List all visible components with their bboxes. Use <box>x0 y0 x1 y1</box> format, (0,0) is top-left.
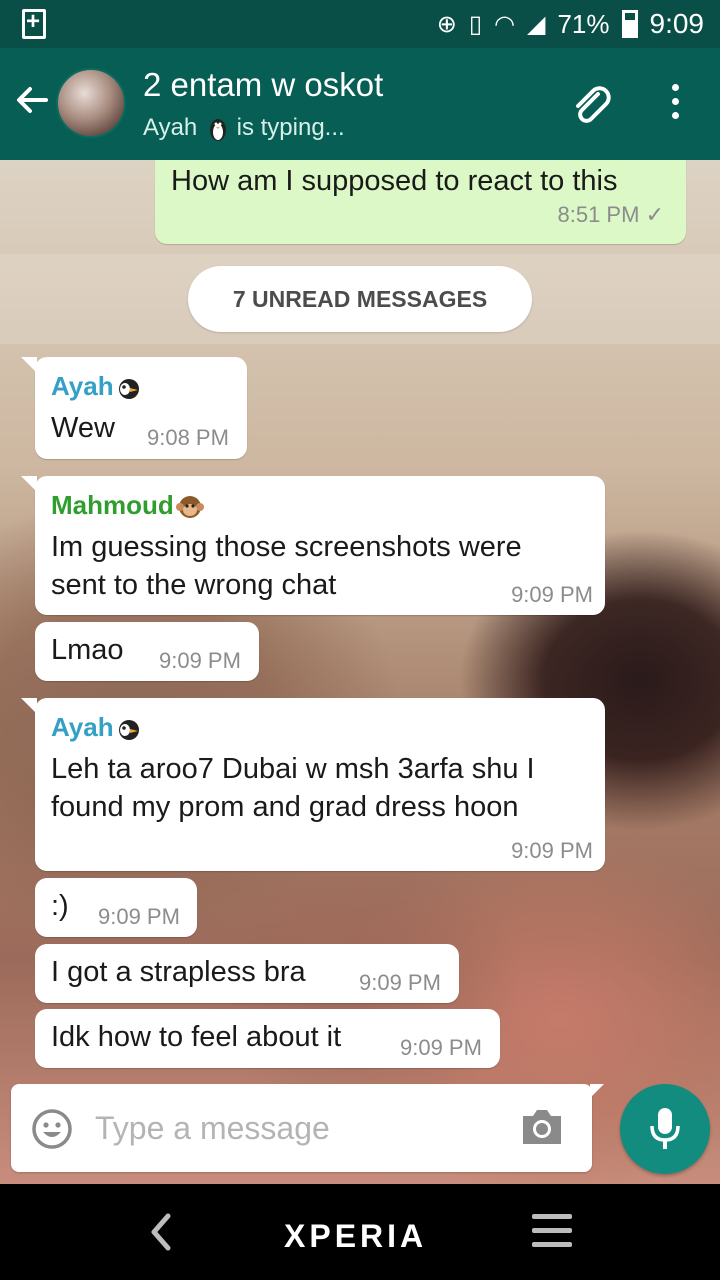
back-arrow-icon[interactable] <box>12 80 52 120</box>
message-text: sent to the wrong chat <box>51 569 337 601</box>
chat-header: 2 entam w oskot Ayah is typing... <box>0 48 720 160</box>
incoming-message[interactable]: I got a strapless bra 9:09 PM <box>35 944 459 1003</box>
nav-back-icon[interactable] <box>146 1212 176 1252</box>
incoming-message[interactable]: Lmao 9:09 PM <box>35 622 259 681</box>
microphone-icon <box>650 1108 680 1149</box>
status-icons: ⊕ ▯ ◠ ◢ 71% 9:09 <box>437 0 704 48</box>
sent-check-icon: ✓ <box>645 202 664 227</box>
penguin-emoji-icon <box>118 720 139 741</box>
message-time: 9:09 PM <box>511 582 593 607</box>
message-text: found my prom and grad dress hoon <box>51 791 519 823</box>
message-time: 9:09 PM <box>159 648 241 673</box>
outgoing-message[interactable]: How am I supposed to react to this 8:51 … <box>155 160 686 244</box>
battery-percent: 71% <box>557 8 610 39</box>
sender-name: Ayah <box>51 371 142 402</box>
incoming-message[interactable]: Mahmoud Im guessing those screenshots we… <box>21 476 605 615</box>
message-text: Lmao <box>51 634 124 666</box>
incoming-message[interactable]: Idk how to feel about it 9:09 PM <box>35 1009 500 1068</box>
emoji-icon[interactable] <box>31 1108 73 1150</box>
battery-saver-icon <box>22 8 46 39</box>
typing-name: Ayah <box>143 114 198 141</box>
unread-messages-badge: 7 UNREAD MESSAGES <box>188 266 532 332</box>
brand-logo: XPERIA <box>284 1218 428 1254</box>
message-text: Wew <box>51 412 115 444</box>
wifi-icon: ◠ <box>494 10 515 38</box>
message-text: I got a strapless bra <box>51 956 306 988</box>
system-nav-bar: XPERIA <box>0 1184 720 1280</box>
compose-bar <box>11 1084 604 1172</box>
typing-indicator: Ayah is typing... <box>143 114 345 142</box>
clock: 9:09 <box>649 8 705 39</box>
typing-status: is typing... <box>236 114 345 141</box>
camera-icon[interactable] <box>519 1106 565 1148</box>
data-saver-icon: ⊕ <box>436 10 457 38</box>
incoming-message[interactable]: :) 9:09 PM <box>35 878 197 937</box>
message-text: Leh ta aroo7 Dubai w msh 3arfa shu I <box>51 753 535 785</box>
chat-title[interactable]: 2 entam w oskot <box>143 66 383 104</box>
message-text: Idk how to feel about it <box>51 1021 342 1053</box>
message-text: :) <box>51 890 69 922</box>
monkey-emoji-icon <box>175 496 204 519</box>
status-bar: ⊕ ▯ ◠ ◢ 71% 9:09 <box>0 0 720 48</box>
penguin-emoji-icon <box>209 118 226 141</box>
vibrate-icon: ▯ <box>468 10 483 38</box>
message-input[interactable] <box>95 1102 495 1154</box>
message-time: 9:09 PM <box>98 904 180 929</box>
message-list[interactable]: How am I supposed to react to this 8:51 … <box>0 160 720 1184</box>
message-time: 9:08 PM <box>147 425 229 450</box>
voice-record-button[interactable] <box>620 1084 710 1174</box>
message-text: Im guessing those screenshots were <box>51 531 522 563</box>
nav-menu-icon[interactable] <box>532 1214 572 1248</box>
incoming-message[interactable]: Ayah Leh ta aroo7 Dubai w msh 3arfa shu … <box>21 698 605 871</box>
battery-icon <box>621 10 638 38</box>
incoming-message[interactable]: Ayah Wew 9:08 PM <box>21 357 247 459</box>
message-time: 9:09 PM <box>400 1035 482 1060</box>
sender-name: Ayah <box>51 712 142 743</box>
message-time: 8:51 PM ✓ <box>557 202 665 227</box>
group-avatar[interactable] <box>56 68 126 138</box>
penguin-emoji-icon <box>118 379 139 400</box>
message-time: 9:09 PM <box>511 838 593 863</box>
overflow-menu-icon[interactable] <box>660 84 690 124</box>
sender-name: Mahmoud <box>51 490 204 521</box>
message-text: How am I supposed to react to this <box>171 165 618 197</box>
paperclip-icon[interactable] <box>568 80 616 128</box>
signal-icon: ◢ <box>526 10 546 38</box>
message-time: 9:09 PM <box>359 970 441 995</box>
